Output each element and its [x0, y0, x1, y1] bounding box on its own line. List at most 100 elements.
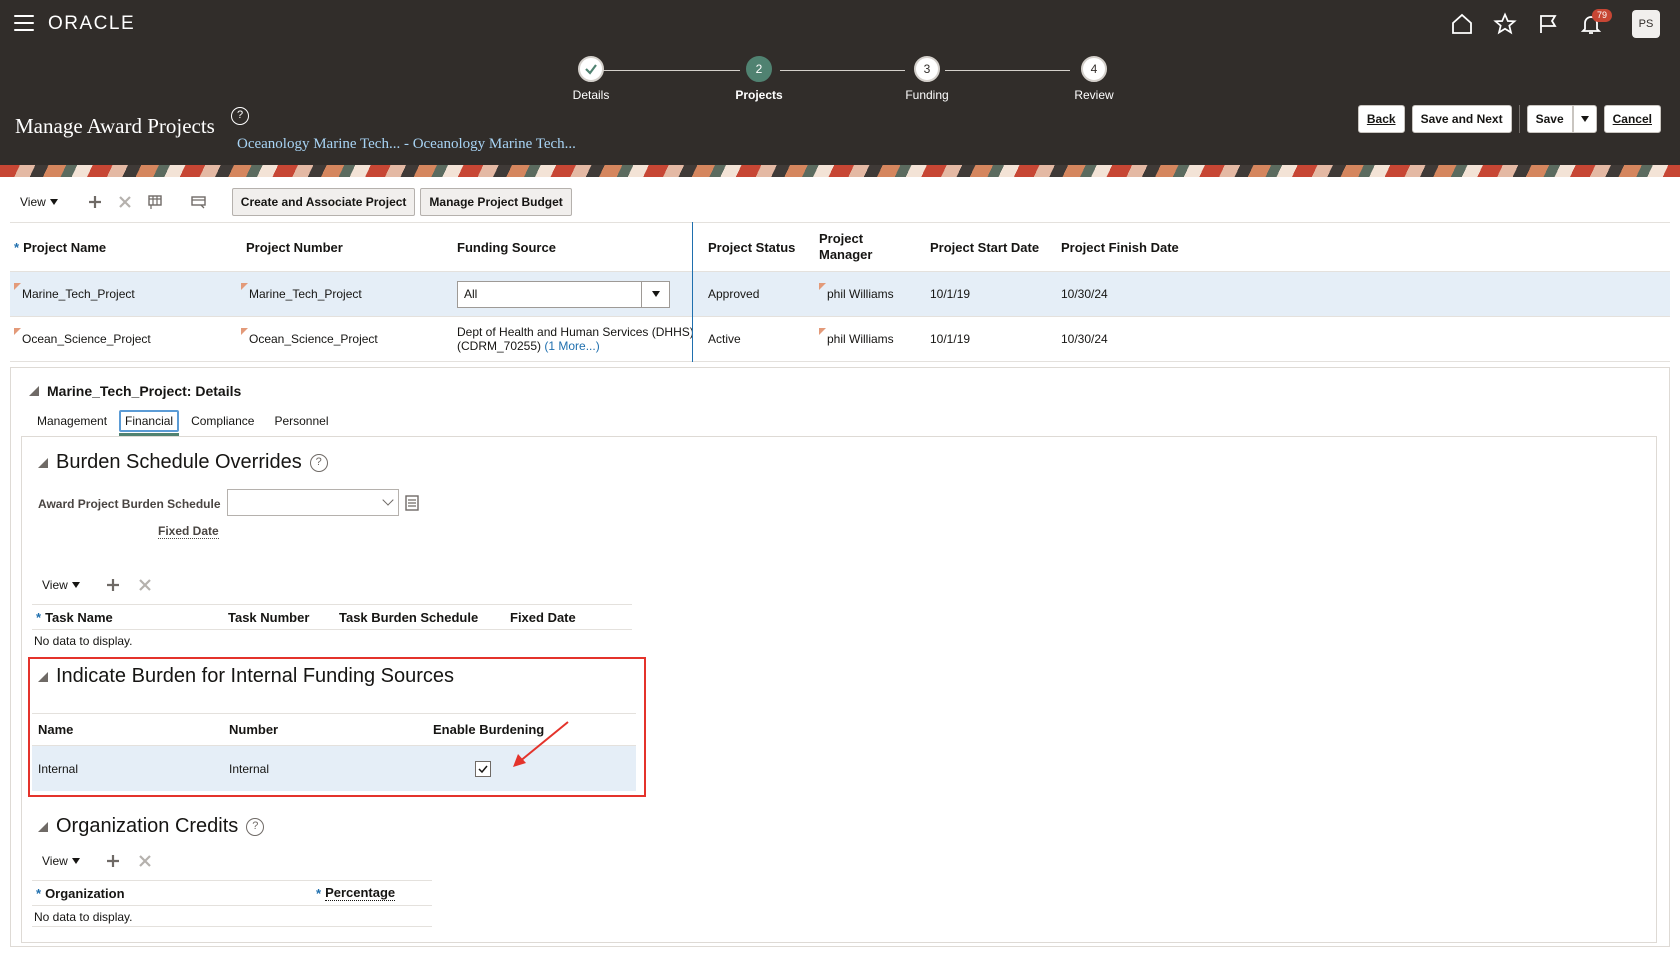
- save-button[interactable]: Save: [1526, 105, 1573, 133]
- global-header: ORACLE 79 PS Details 2 Projects 3 Fundin…: [0, 0, 1680, 165]
- column-header-project-start-date[interactable]: Project Start Date: [930, 223, 1039, 271]
- table-row[interactable]: Ocean_Science_Project Ocean_Science_Proj…: [10, 317, 1670, 362]
- award-project-burden-schedule-select[interactable]: [227, 489, 399, 516]
- tab-management[interactable]: Management: [29, 410, 115, 432]
- train-stop-projects[interactable]: 2 Projects: [714, 56, 804, 102]
- funding-source-select[interactable]: All: [457, 280, 670, 308]
- column-header-number[interactable]: Number: [229, 714, 278, 745]
- table-header: * Project Name Project Number Funding Sou…: [10, 222, 1670, 272]
- detach-table-icon[interactable]: [190, 193, 208, 211]
- train-stop-funding[interactable]: 3 Funding: [882, 56, 972, 102]
- divider: [1518, 105, 1520, 133]
- view-menu[interactable]: View: [20, 195, 58, 209]
- disclosure-triangle-icon[interactable]: [38, 457, 48, 468]
- column-header-task-number[interactable]: Task Number: [228, 605, 309, 629]
- column-header-project-number[interactable]: Project Number: [246, 223, 343, 271]
- tab-personnel[interactable]: Personnel: [266, 410, 336, 432]
- organization-credits-header[interactable]: Organization Credits ?: [38, 815, 265, 838]
- more-funding-sources-link[interactable]: (1 More...): [544, 339, 599, 353]
- disclosure-triangle-icon[interactable]: [38, 671, 48, 682]
- chevron-down-icon[interactable]: [641, 281, 669, 307]
- freeze-columns-icon[interactable]: [146, 193, 164, 211]
- chevron-down-icon: [1580, 116, 1589, 122]
- chevron-down-icon: [71, 858, 80, 864]
- disclosure-triangle-icon[interactable]: [38, 821, 48, 832]
- search-list-icon[interactable]: [405, 495, 419, 514]
- process-train: Details 2 Projects 3 Funding 4 Review: [0, 56, 1680, 106]
- changed-flag-icon: [14, 283, 21, 290]
- column-header-project-status[interactable]: Project Status: [708, 223, 795, 271]
- organization-credits-table: * Organization * Percentage No data to dis…: [32, 880, 432, 927]
- column-header-task-burden-schedule[interactable]: Task Burden Schedule: [339, 605, 478, 629]
- projects-table: * Project Name Project Number Funding Sou…: [10, 222, 1670, 362]
- changed-flag-icon: [241, 328, 248, 335]
- help-icon[interactable]: ?: [231, 107, 249, 125]
- award-subtitle-link[interactable]: Oceanology Marine Tech... - Oceanology M…: [237, 136, 576, 153]
- table-header: * Organization * Percentage: [32, 880, 432, 906]
- column-header-project-name[interactable]: * Project Name: [14, 223, 106, 271]
- add-icon[interactable]: [104, 576, 122, 594]
- column-header-project-finish-date[interactable]: Project Finish Date: [1061, 223, 1179, 271]
- empty-table-message: No data to display.: [34, 634, 133, 648]
- help-icon[interactable]: ?: [309, 453, 328, 472]
- train-stop-details[interactable]: Details: [546, 56, 636, 102]
- view-menu[interactable]: View: [42, 578, 80, 592]
- add-icon[interactable]: [104, 852, 122, 870]
- changed-flag-icon: [241, 283, 248, 290]
- frozen-column-divider: [692, 222, 693, 362]
- add-icon[interactable]: [86, 193, 104, 211]
- changed-flag-icon: [14, 328, 21, 335]
- annotation-arrow-icon: [513, 721, 569, 767]
- enable-burdening-checkbox[interactable]: [475, 760, 491, 777]
- tab-compliance[interactable]: Compliance: [183, 410, 262, 432]
- burden-schedule-overrides-header[interactable]: Burden Schedule Overrides ?: [38, 451, 328, 474]
- empty-table-message: No data to display.: [32, 906, 432, 927]
- back-button[interactable]: Back: [1357, 105, 1405, 133]
- changed-flag-icon: [819, 283, 826, 290]
- checkmark-icon: [478, 765, 488, 773]
- award-project-burden-schedule-label: Award Project Burden Schedule: [38, 497, 221, 511]
- table-row[interactable]: Marine_Tech_Project Marine_Tech_Project …: [10, 272, 1670, 317]
- column-header-organization[interactable]: * Organization: [36, 881, 125, 905]
- task-burden-table: * Task Name Task Number Task Burden Sched…: [32, 604, 632, 648]
- delete-icon[interactable]: [136, 852, 154, 870]
- notifications-bell-icon[interactable]: 79: [1577, 8, 1613, 38]
- chevron-down-icon: [71, 582, 80, 588]
- delete-icon[interactable]: [116, 193, 134, 211]
- column-header-percentage[interactable]: * Percentage: [316, 881, 396, 905]
- save-menu-button[interactable]: [1572, 105, 1597, 133]
- manage-project-budget-button[interactable]: Manage Project Budget: [420, 188, 572, 216]
- details-tabs: Management Financial Compliance Personne…: [29, 410, 337, 436]
- column-header-fixed-date[interactable]: Fixed Date: [510, 605, 576, 629]
- delete-icon[interactable]: [136, 576, 154, 594]
- oracle-logo[interactable]: ORACLE: [48, 13, 135, 35]
- page-title: Manage Award Projects: [15, 114, 215, 138]
- help-icon[interactable]: ?: [246, 817, 265, 836]
- chevron-down-icon: [49, 199, 58, 205]
- column-header-name[interactable]: Name: [38, 714, 73, 745]
- create-and-associate-project-button[interactable]: Create and Associate Project: [231, 188, 416, 216]
- menu-icon[interactable]: [14, 15, 34, 31]
- details-header[interactable]: Marine_Tech_Project: Details: [29, 383, 241, 399]
- home-icon[interactable]: [1448, 11, 1475, 38]
- changed-flag-icon: [819, 328, 826, 335]
- favorites-star-icon[interactable]: [1491, 11, 1518, 38]
- view-menu[interactable]: View: [42, 854, 80, 868]
- tab-financial[interactable]: Financial: [119, 410, 180, 436]
- column-header-funding-source[interactable]: Funding Source: [457, 223, 556, 271]
- checkmark-icon: [578, 56, 604, 82]
- train-stop-review[interactable]: 4 Review: [1049, 56, 1139, 102]
- user-avatar[interactable]: PS: [1632, 10, 1660, 38]
- column-header-task-name[interactable]: * Task Name: [36, 605, 113, 629]
- flag-icon[interactable]: [1534, 11, 1561, 38]
- decorative-banner: [0, 165, 1680, 177]
- column-header-project-manager[interactable]: Project Manager: [819, 223, 889, 271]
- org-credits-toolbar: View: [42, 852, 154, 870]
- disclosure-triangle-icon[interactable]: [29, 386, 39, 396]
- table-header: * Task Name Task Number Task Burden Sched…: [32, 604, 632, 630]
- burden-toolbar: View: [42, 576, 154, 594]
- notifications-badge: 79: [1592, 8, 1613, 22]
- save-and-next-button[interactable]: Save and Next: [1411, 105, 1512, 133]
- cancel-button[interactable]: Cancel: [1603, 105, 1661, 133]
- internal-funding-burden-header[interactable]: Indicate Burden for Internal Funding Sou…: [38, 665, 454, 688]
